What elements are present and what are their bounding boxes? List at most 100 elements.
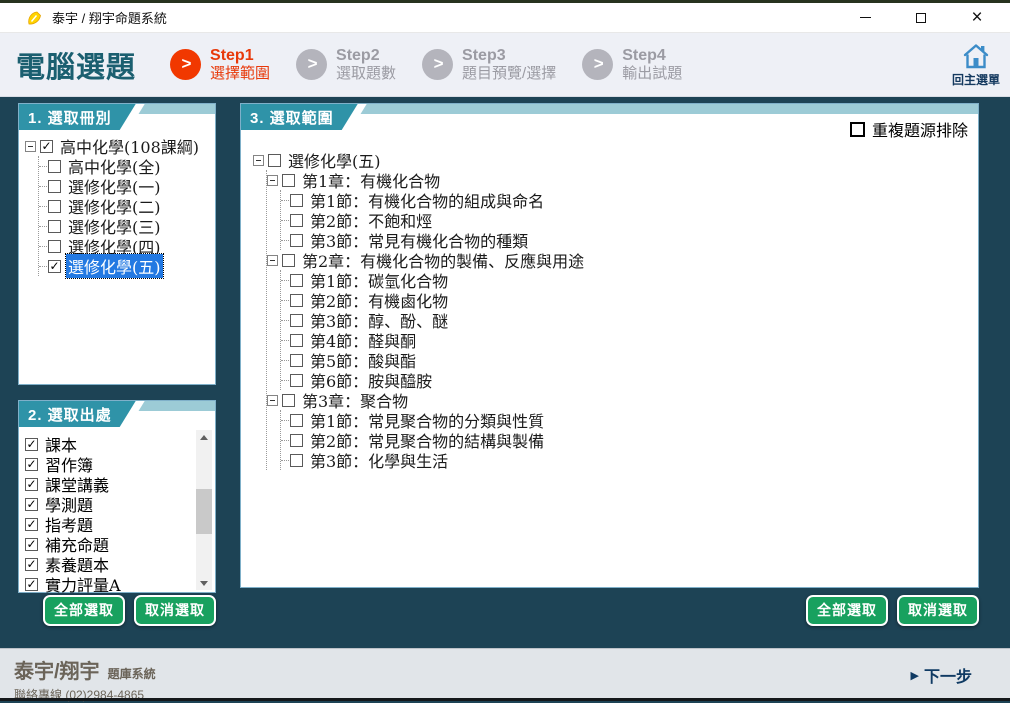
tree-row[interactable]: 選修化學(四) bbox=[39, 236, 213, 256]
step-3-label: Step3 bbox=[462, 47, 556, 65]
collapse-toggle-icon[interactable] bbox=[267, 395, 278, 406]
source-checkbox[interactable]: ✓ bbox=[25, 478, 38, 491]
dedupe-checkbox[interactable] bbox=[850, 122, 865, 137]
scroll-track[interactable] bbox=[196, 444, 212, 576]
tree-row[interactable]: 第2節：不飽和烴 bbox=[281, 210, 976, 230]
tree-checkbox[interactable] bbox=[290, 314, 303, 327]
tree-checkbox[interactable] bbox=[48, 200, 61, 213]
tree-checkbox[interactable] bbox=[48, 180, 61, 193]
tree-row[interactable]: 第1節：碳氫化合物 bbox=[281, 270, 976, 290]
source-item[interactable]: ✓學測題 bbox=[25, 494, 213, 514]
source-item[interactable]: ✓習作簿 bbox=[25, 454, 213, 474]
source-item[interactable]: ✓課堂講義 bbox=[25, 474, 213, 494]
tree-checkbox[interactable] bbox=[48, 220, 61, 233]
source-checkbox[interactable]: ✓ bbox=[25, 558, 38, 571]
step-2[interactable]: > Step2 選取題數 bbox=[296, 47, 396, 83]
tree-row[interactable]: 第5節：酸與酯 bbox=[281, 350, 976, 370]
tree-checkbox[interactable] bbox=[282, 174, 295, 187]
source-item[interactable]: ✓課本 bbox=[25, 434, 213, 454]
tree-checkbox[interactable] bbox=[290, 414, 303, 427]
collapse-toggle-icon[interactable] bbox=[267, 255, 278, 266]
source-item[interactable]: ✓ 實力評量A bbox=[25, 574, 213, 593]
tree-row[interactable]: 選修化學(三) bbox=[39, 216, 213, 236]
maximize-icon[interactable] bbox=[910, 7, 932, 29]
tree-checkbox[interactable] bbox=[48, 240, 61, 253]
step-1[interactable]: > Step1 選擇範圍 bbox=[170, 47, 270, 83]
tree-checkbox[interactable] bbox=[290, 454, 303, 467]
step-4[interactable]: > Step4 輸出試題 bbox=[582, 47, 682, 83]
tree-row[interactable]: 第1節：有機化合物的組成與命名 bbox=[281, 190, 976, 210]
scope-tree: 選修化學(五)第1章：有機化合物第1節：有機化合物的組成與命名第2節：不飽和烴第… bbox=[241, 130, 978, 470]
tree-checkbox[interactable]: ✓ bbox=[40, 140, 53, 153]
tree-checkbox[interactable] bbox=[290, 434, 303, 447]
scrollbar[interactable] bbox=[196, 430, 212, 590]
tree-row[interactable]: ✓高中化學(108課綱) bbox=[25, 136, 213, 156]
tree-row[interactable]: 選修化學(五) bbox=[253, 150, 976, 170]
tree-connector bbox=[281, 280, 289, 281]
tree-checkbox[interactable] bbox=[290, 294, 303, 307]
tree-item-label[interactable]: 第3節：化學與生活 bbox=[308, 448, 450, 472]
tree-row[interactable]: 第1節：常見聚合物的分類與性質 bbox=[281, 410, 976, 430]
tree-checkbox[interactable] bbox=[290, 354, 303, 367]
tree-checkbox[interactable] bbox=[290, 274, 303, 287]
minimize-icon[interactable] bbox=[854, 7, 876, 29]
tree-row[interactable]: 選修化學(二) bbox=[39, 196, 213, 216]
tree-row[interactable]: 第6節：胺與醯胺 bbox=[281, 370, 976, 390]
tree-row[interactable]: 高中化學(全) bbox=[39, 156, 213, 176]
tree-item-label[interactable]: 選修化學(五) bbox=[66, 254, 163, 278]
source-checkbox[interactable]: ✓ bbox=[25, 518, 38, 531]
close-icon[interactable]: × bbox=[966, 7, 988, 29]
source-checkbox[interactable]: ✓ bbox=[25, 438, 38, 451]
tree-checkbox[interactable] bbox=[48, 160, 61, 173]
sources-select-all-button[interactable]: 全部選取 bbox=[43, 595, 125, 626]
tree-row[interactable]: 第3節：化學與生活 bbox=[281, 450, 976, 470]
source-checkbox[interactable]: ✓ bbox=[25, 458, 38, 471]
scroll-down-icon[interactable] bbox=[196, 576, 212, 590]
footer: 泰宇/翔宇 題庫系統 聯絡專線 (02)2984-4865 ▶ 下一步 bbox=[0, 648, 1010, 698]
tree-checkbox[interactable] bbox=[290, 214, 303, 227]
tree-checkbox[interactable] bbox=[268, 154, 281, 167]
tree-row[interactable]: 第3節：常見有機化合物的種類 bbox=[281, 230, 976, 250]
source-checkbox[interactable]: ✓ bbox=[25, 578, 38, 591]
tree-row[interactable]: ✓ 選修化學(五) bbox=[39, 256, 213, 276]
scroll-thumb[interactable] bbox=[196, 489, 212, 534]
next-step-button[interactable]: ▶ 下一步 bbox=[911, 663, 972, 687]
scroll-up-icon[interactable] bbox=[196, 430, 212, 444]
collapse-toggle-icon[interactable] bbox=[25, 141, 36, 152]
tree-checkbox[interactable] bbox=[282, 394, 295, 407]
tree-checkbox[interactable] bbox=[290, 194, 303, 207]
tree-group: 高中化學(全)選修化學(一)選修化學(二)選修化學(三)選修化學(四) ✓ 選修化學… bbox=[38, 156, 213, 276]
tree-checkbox[interactable] bbox=[290, 374, 303, 387]
source-checkbox[interactable]: ✓ bbox=[25, 538, 38, 551]
source-item[interactable]: ✓指考題 bbox=[25, 514, 213, 534]
tree-row[interactable]: 第3章：聚合物 bbox=[267, 390, 976, 410]
collapse-toggle-icon[interactable] bbox=[267, 175, 278, 186]
tree-row[interactable]: 選修化學(一) bbox=[39, 176, 213, 196]
source-label[interactable]: 實力評量A bbox=[43, 572, 123, 593]
header: 電腦選題 > Step1 選擇範圍 > Step2 選取題數 > Step3 題… bbox=[0, 33, 1010, 97]
tree-checkbox[interactable] bbox=[282, 254, 295, 267]
tree-row[interactable]: 第4節：醛與酮 bbox=[281, 330, 976, 350]
tree-row[interactable]: 第2節：常見聚合物的結構與製備 bbox=[281, 430, 976, 450]
dedupe-checkbox-row[interactable]: 重複題源排除 bbox=[850, 117, 968, 141]
tree-group: 第1節：有機化合物的組成與命名第2節：不飽和烴第3節：常見有機化合物的種類 bbox=[280, 190, 976, 250]
tree-connector bbox=[281, 380, 289, 381]
tree-row[interactable]: 第1章：有機化合物 bbox=[267, 170, 976, 190]
collapse-toggle-icon[interactable] bbox=[253, 155, 264, 166]
scope-deselect-button[interactable]: 取消選取 bbox=[897, 595, 979, 626]
tree-checkbox[interactable] bbox=[290, 234, 303, 247]
home-button[interactable]: 回主選單 bbox=[952, 42, 1000, 88]
scope-select-all-button[interactable]: 全部選取 bbox=[806, 595, 888, 626]
source-item[interactable]: ✓素養題本 bbox=[25, 554, 213, 574]
tree-connector bbox=[39, 186, 47, 187]
source-checkbox[interactable]: ✓ bbox=[25, 498, 38, 511]
tree-row[interactable]: 第2章：有機化合物的製備、反應與用途 bbox=[267, 250, 976, 270]
tree-row[interactable]: 第2節：有機鹵化物 bbox=[281, 290, 976, 310]
tree-checkbox[interactable]: ✓ bbox=[48, 260, 61, 273]
tree-connector bbox=[281, 320, 289, 321]
tree-checkbox[interactable] bbox=[290, 334, 303, 347]
step-3[interactable]: > Step3 題目預覽/選擇 bbox=[422, 47, 556, 83]
sources-deselect-button[interactable]: 取消選取 bbox=[134, 595, 216, 626]
tree-row[interactable]: 第3節：醇、酚、醚 bbox=[281, 310, 976, 330]
source-item[interactable]: ✓補充命題 bbox=[25, 534, 213, 554]
